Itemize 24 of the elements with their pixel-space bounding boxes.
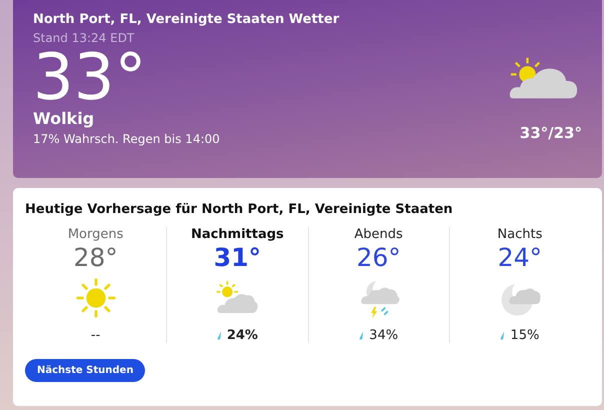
period-temperature: 26° [356,242,401,274]
period-temperature: 24° [498,242,542,274]
rain-note: 17% Wahrsch. Regen bis 14:00 [33,132,221,146]
updated-time: Stand 13:24 EDT [33,31,136,45]
period-temperature: 28° [73,242,118,274]
raindrop-icon [216,331,222,340]
precipitation-value: 34% [369,328,398,343]
period-label[interactable]: Nachmittags [190,227,284,242]
location-title: North Port, FL, Vereinigte Staaten Wetter [33,12,340,27]
sun-icon [74,276,118,320]
forecast-title: Heutige Vorhersage für North Port, FL, Vereinigte Staaten [25,202,454,217]
period-label[interactable]: Nachts [497,227,542,242]
next-hours-button[interactable]: Nächste Stunden [25,359,146,382]
precipitation-value: 15% [510,328,540,343]
high-low-temperature: 33°/23° [520,124,582,142]
period-label[interactable]: Morgens [68,227,124,242]
current-temperature: 33° [33,47,148,109]
period-temperature: 31° [214,242,262,274]
period-label[interactable]: Abends [354,227,403,242]
precipitation-value: -- [90,328,100,343]
precipitation-value: 24% [226,328,258,343]
condition-text: Wolkig [33,109,96,128]
raindrop-icon [359,331,364,340]
raindrop-icon [500,331,506,340]
